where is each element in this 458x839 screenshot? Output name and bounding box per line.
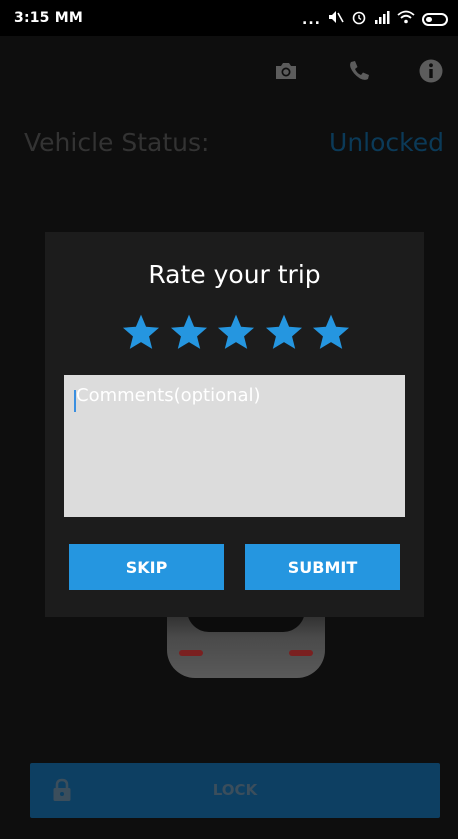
lock-label: LOCK (212, 781, 258, 799)
star-icon[interactable] (168, 312, 210, 354)
alarm-icon (351, 9, 367, 30)
star-icon[interactable] (120, 312, 162, 354)
info-icon[interactable] (418, 58, 444, 84)
text-caret (74, 390, 76, 412)
app-screen: 3:15 MM ... Vehicle Status: Unlocked LOC… (0, 0, 458, 839)
dialog-title: Rate your trip (148, 260, 321, 289)
battery-icon (422, 13, 448, 26)
vehicle-status-value: Unlocked (329, 128, 444, 157)
status-bar: 3:15 MM ... (0, 0, 458, 36)
rate-trip-dialog: Rate your trip SKIP SUBMIT (45, 232, 424, 617)
star-icon[interactable] (310, 312, 352, 354)
submit-button[interactable]: SUBMIT (245, 544, 400, 590)
notification-dots: ... (302, 11, 321, 28)
vehicle-status-label: Vehicle Status: (24, 128, 210, 157)
car-tail-light-right (289, 650, 313, 656)
wifi-icon (397, 10, 415, 29)
car-tail-light-left (179, 650, 203, 656)
lock-button[interactable]: LOCK (30, 763, 440, 818)
signal-icon (374, 10, 390, 29)
car-image (167, 610, 325, 678)
star-icon[interactable] (263, 312, 305, 354)
status-time: 3:15 MM (14, 10, 83, 26)
phone-icon[interactable] (346, 58, 372, 84)
camera-icon[interactable] (273, 58, 299, 84)
skip-button[interactable]: SKIP (69, 544, 224, 590)
mute-icon (328, 9, 344, 30)
status-icons: ... (302, 9, 448, 30)
comments-input[interactable] (64, 375, 405, 517)
star-icon[interactable] (215, 312, 257, 354)
star-rating[interactable] (120, 312, 352, 354)
